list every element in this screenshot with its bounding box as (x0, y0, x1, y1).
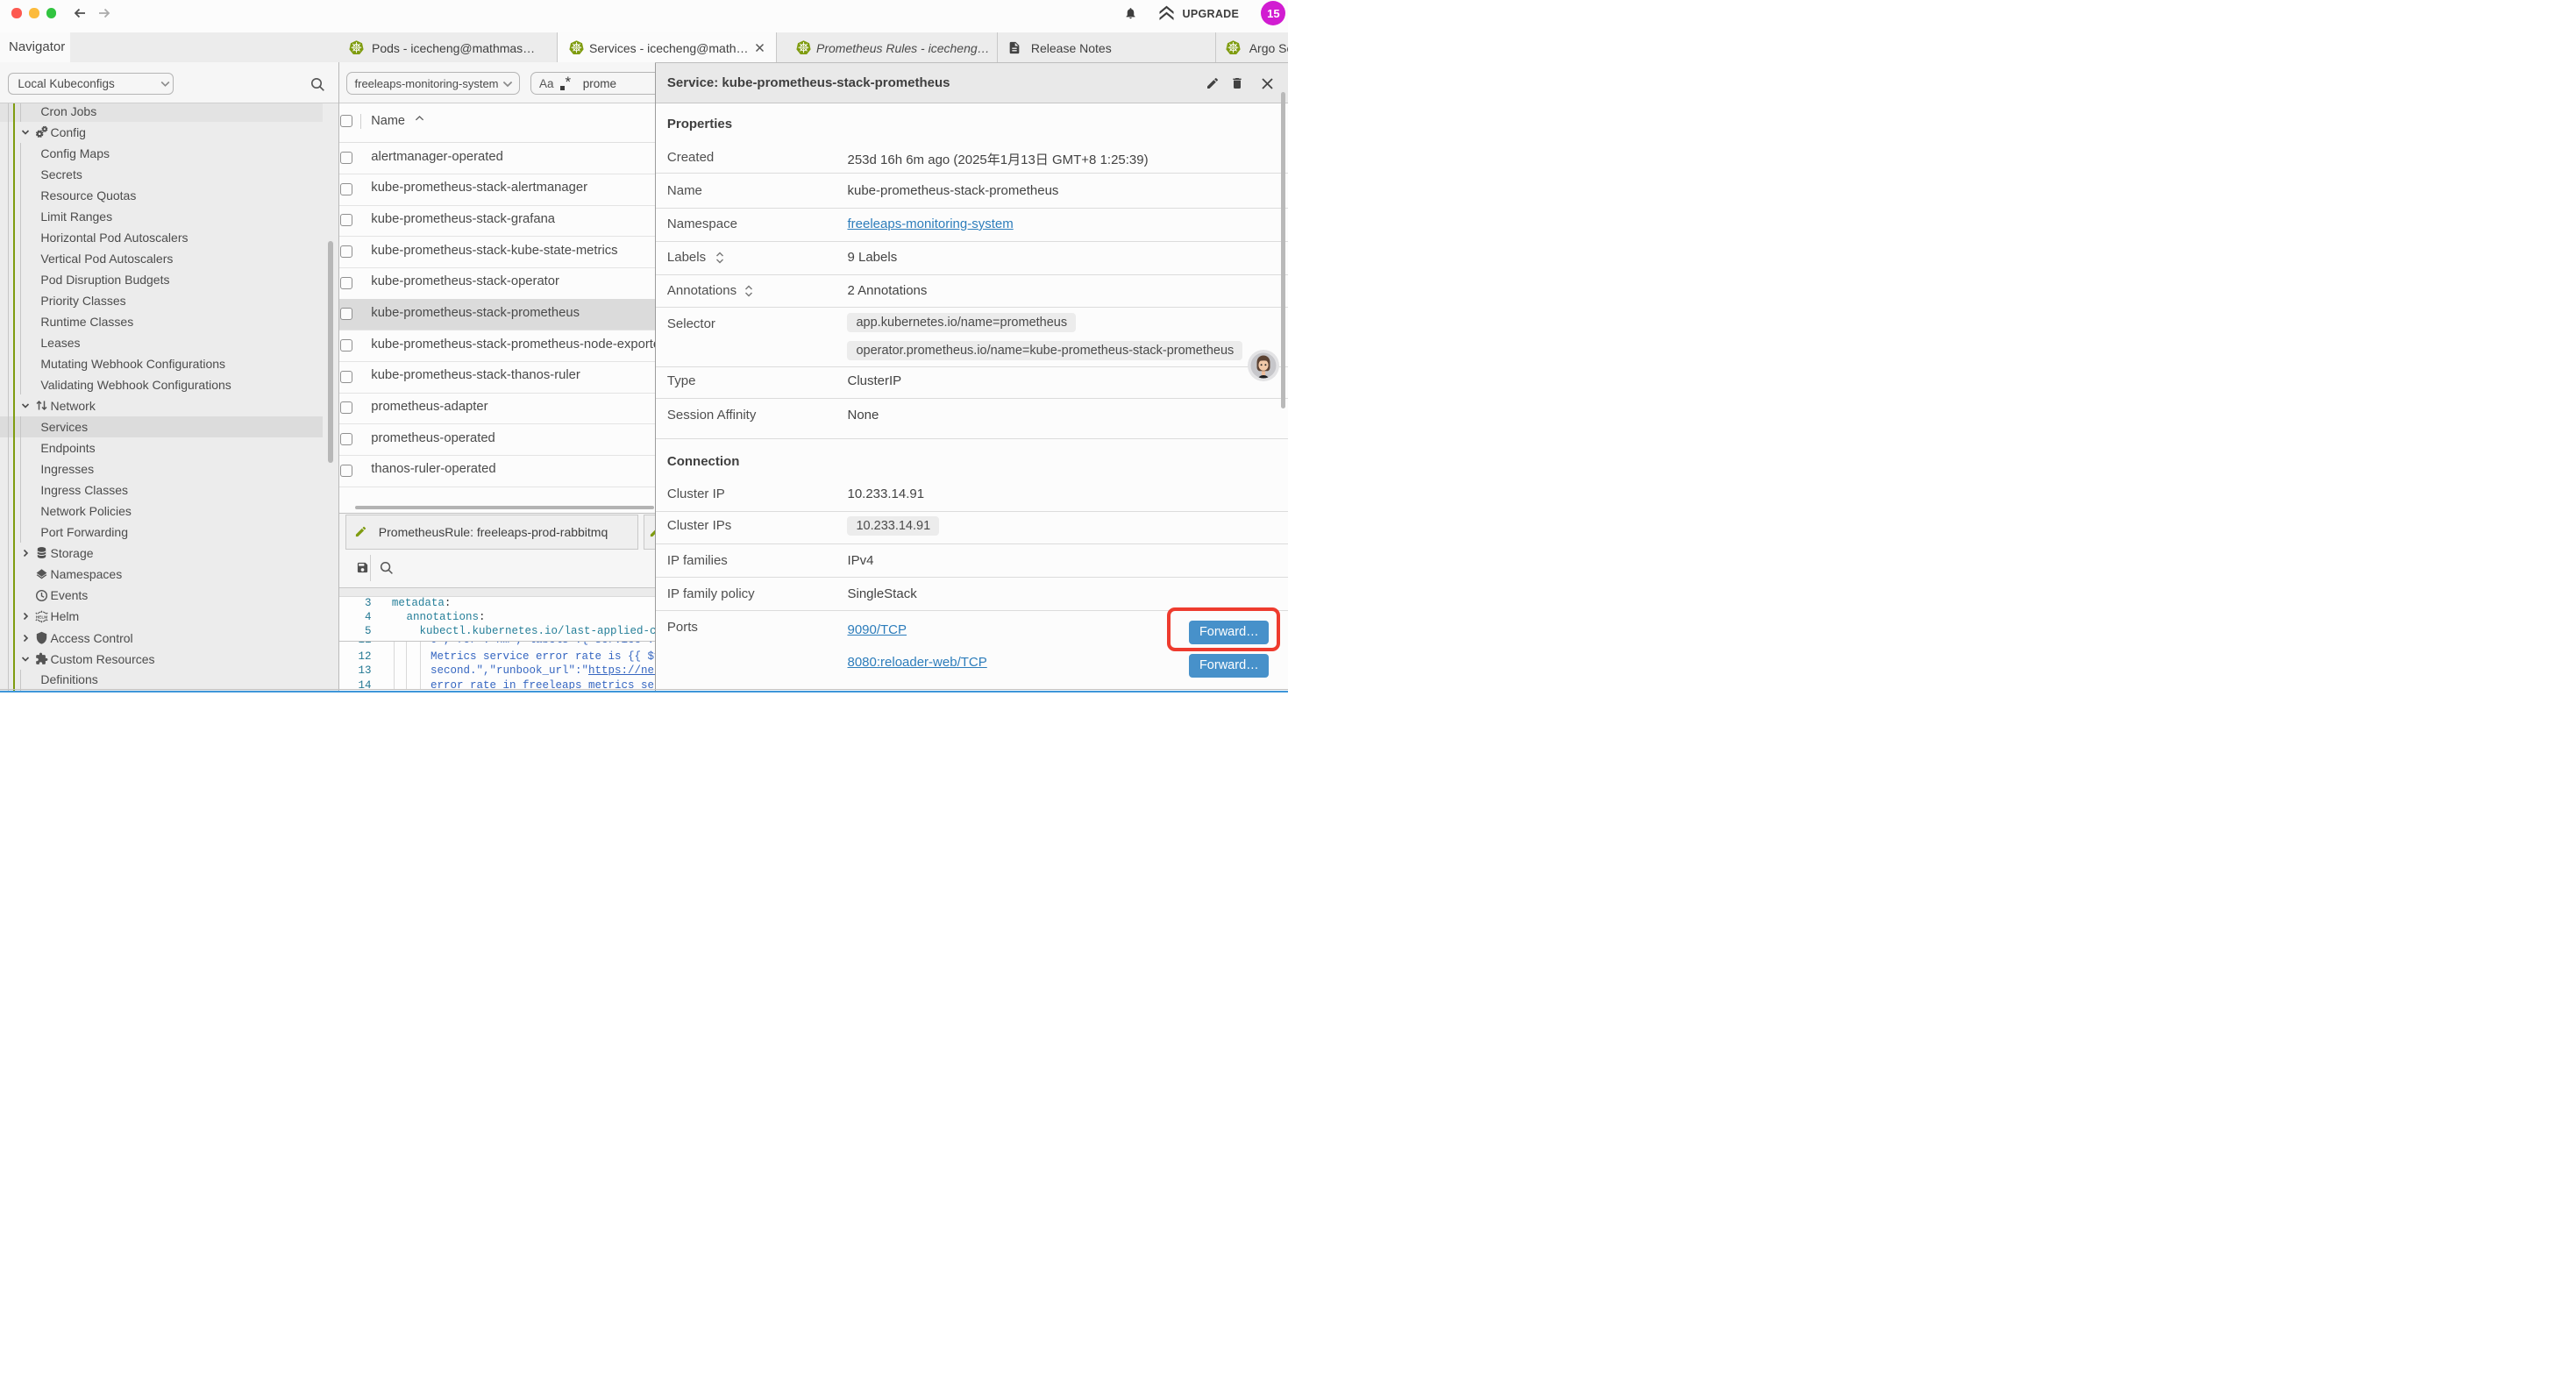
svg-text:HELM: HELM (36, 614, 48, 620)
